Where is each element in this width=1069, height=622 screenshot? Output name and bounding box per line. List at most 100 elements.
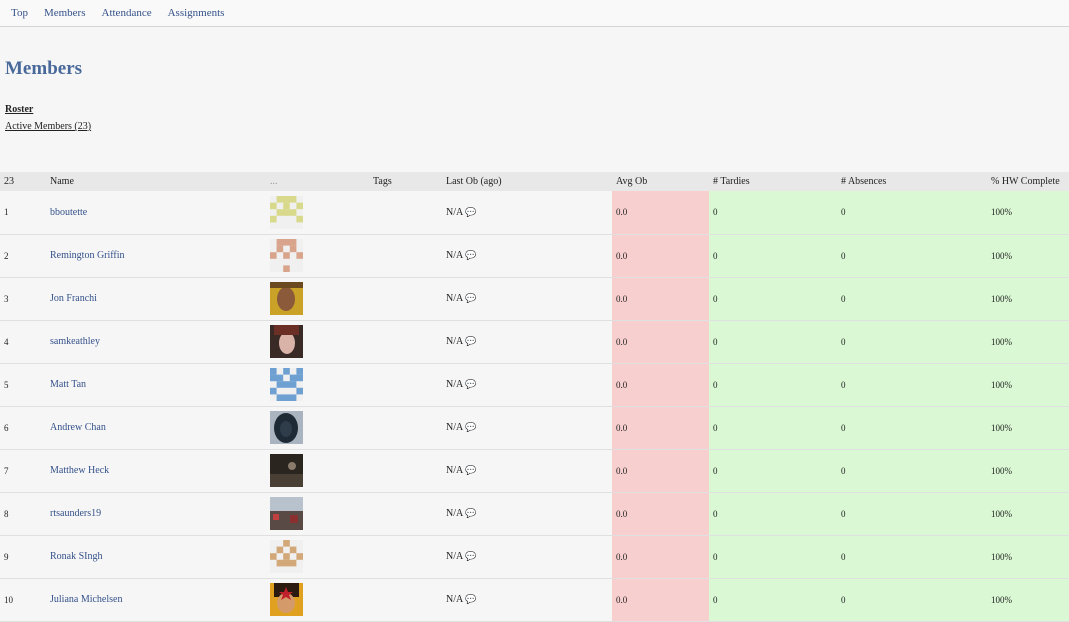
comment-icon[interactable]: 💬 xyxy=(465,594,476,604)
table-row: 7 Matthew Heck N/A 💬 0.0 0 0 100% xyxy=(0,449,1069,492)
member-name-link[interactable]: samkeathley xyxy=(50,336,100,347)
nav-members[interactable]: Members xyxy=(44,7,86,19)
comment-icon[interactable]: 💬 xyxy=(465,465,476,475)
row-number: 1 xyxy=(4,207,9,218)
avatar[interactable] xyxy=(270,540,369,573)
table-row: 9 Ronak SIngh N/A 💬 0.0 0 0 100% xyxy=(0,535,1069,578)
member-name-link[interactable]: bboutette xyxy=(50,207,87,218)
tardies-value: 0 xyxy=(709,578,837,621)
absences-value: 0 xyxy=(837,320,987,363)
roster-link[interactable]: Roster xyxy=(5,104,91,115)
comment-icon[interactable]: 💬 xyxy=(465,250,476,260)
avg-ob-value: 0.0 xyxy=(612,492,709,535)
avatar[interactable] xyxy=(270,325,369,358)
last-ob-value: N/A xyxy=(446,379,464,390)
avatar[interactable] xyxy=(270,411,369,444)
avg-ob-value: 0.0 xyxy=(612,406,709,449)
tags-cell xyxy=(369,363,442,406)
table-row: 6 Andrew Chan N/A 💬 0.0 0 0 100% xyxy=(0,406,1069,449)
absences-value: 0 xyxy=(837,277,987,320)
row-number: 4 xyxy=(4,336,9,347)
absences-value: 0 xyxy=(837,191,987,234)
avatar[interactable] xyxy=(270,497,369,530)
tags-cell xyxy=(369,234,442,277)
hw-complete-value: 100% xyxy=(987,234,1069,277)
header-count[interactable]: 23 xyxy=(0,172,46,191)
absences-value: 0 xyxy=(837,234,987,277)
row-number: 10 xyxy=(4,594,13,605)
row-number: 2 xyxy=(4,250,9,261)
tags-cell xyxy=(369,406,442,449)
comment-icon[interactable]: 💬 xyxy=(465,336,476,346)
header-avatar[interactable]: ... xyxy=(266,172,369,191)
comment-icon[interactable]: 💬 xyxy=(465,379,476,389)
tardies-value: 0 xyxy=(709,492,837,535)
tags-cell xyxy=(369,492,442,535)
hw-complete-value: 100% xyxy=(987,492,1069,535)
header-hw-complete[interactable]: % HW Complete xyxy=(987,172,1069,191)
nav-assignments[interactable]: Assignments xyxy=(168,7,225,19)
header-absences[interactable]: # Absences xyxy=(837,172,987,191)
last-ob-value: N/A xyxy=(446,336,464,347)
absences-value: 0 xyxy=(837,492,987,535)
header-tardies[interactable]: # Tardies xyxy=(709,172,837,191)
table-row: 10 Juliana Michelsen N/A 💬 0.0 0 0 100% xyxy=(0,578,1069,621)
last-ob-value: N/A xyxy=(446,465,464,476)
row-number: 9 xyxy=(4,551,9,562)
table-row: 3 Jon Franchi N/A 💬 0.0 0 0 100% xyxy=(0,277,1069,320)
member-name-link[interactable]: Remington Griffin xyxy=(50,250,125,261)
hw-complete-value: 100% xyxy=(987,320,1069,363)
comment-icon[interactable]: 💬 xyxy=(465,293,476,303)
absences-value: 0 xyxy=(837,449,987,492)
row-number: 5 xyxy=(4,379,9,390)
member-name-link[interactable]: Jon Franchi xyxy=(50,293,97,304)
last-ob-value: N/A xyxy=(446,594,464,605)
tardies-value: 0 xyxy=(709,449,837,492)
comment-icon[interactable]: 💬 xyxy=(465,551,476,561)
page-title: Members xyxy=(5,58,83,79)
avatar[interactable] xyxy=(270,195,369,229)
member-name-link[interactable]: Andrew Chan xyxy=(50,422,106,433)
table-header-row: 23 Name ... Tags Last Ob (ago) Avg Ob # … xyxy=(0,172,1069,191)
header-avg-ob[interactable]: Avg Ob xyxy=(612,172,709,191)
members-table: 23 Name ... Tags Last Ob (ago) Avg Ob # … xyxy=(0,172,1069,622)
member-name-link[interactable]: Juliana Michelsen xyxy=(50,594,122,605)
tardies-value: 0 xyxy=(709,191,837,234)
nav-attendance[interactable]: Attendance xyxy=(102,7,152,19)
last-ob-value: N/A xyxy=(446,551,464,562)
table-row: 8 rtsaunders19 N/A 💬 0.0 0 0 100% xyxy=(0,492,1069,535)
member-name-link[interactable]: rtsaunders19 xyxy=(50,508,101,519)
nav-top[interactable]: Top xyxy=(11,7,28,19)
row-number: 7 xyxy=(4,465,9,476)
header-last-ob[interactable]: Last Ob (ago) xyxy=(442,172,612,191)
avg-ob-value: 0.0 xyxy=(612,363,709,406)
avatar[interactable] xyxy=(270,282,369,315)
avatar[interactable] xyxy=(270,239,369,272)
table-row: 1 bboutette N/A 💬 0.0 0 0 100% xyxy=(0,191,1069,234)
avg-ob-value: 0.0 xyxy=(612,277,709,320)
comment-icon[interactable]: 💬 xyxy=(465,422,476,432)
absences-value: 0 xyxy=(837,406,987,449)
last-ob-value: N/A xyxy=(446,422,464,433)
member-name-link[interactable]: Matt Tan xyxy=(50,379,86,390)
member-name-link[interactable]: Matthew Heck xyxy=(50,465,109,476)
header-name[interactable]: Name xyxy=(46,172,266,191)
hw-complete-value: 100% xyxy=(987,449,1069,492)
table-row: 2 Remington Griffin N/A 💬 0.0 0 0 100% xyxy=(0,234,1069,277)
avg-ob-value: 0.0 xyxy=(612,449,709,492)
avatar[interactable] xyxy=(270,368,369,401)
member-name-link[interactable]: Ronak SIngh xyxy=(50,551,103,562)
row-number: 3 xyxy=(4,293,9,304)
avg-ob-value: 0.0 xyxy=(612,191,709,234)
header-tags[interactable]: Tags xyxy=(369,172,442,191)
top-nav: Top Members Attendance Assignments xyxy=(0,0,1069,27)
comment-icon[interactable]: 💬 xyxy=(465,207,476,217)
hw-complete-value: 100% xyxy=(987,535,1069,578)
avatar[interactable] xyxy=(270,583,369,616)
comment-icon[interactable]: 💬 xyxy=(465,508,476,518)
active-members-link[interactable]: Active Members (23) xyxy=(5,121,91,132)
last-ob-value: N/A xyxy=(446,293,464,304)
last-ob-value: N/A xyxy=(446,508,464,519)
tags-cell xyxy=(369,277,442,320)
avatar[interactable] xyxy=(270,454,369,487)
